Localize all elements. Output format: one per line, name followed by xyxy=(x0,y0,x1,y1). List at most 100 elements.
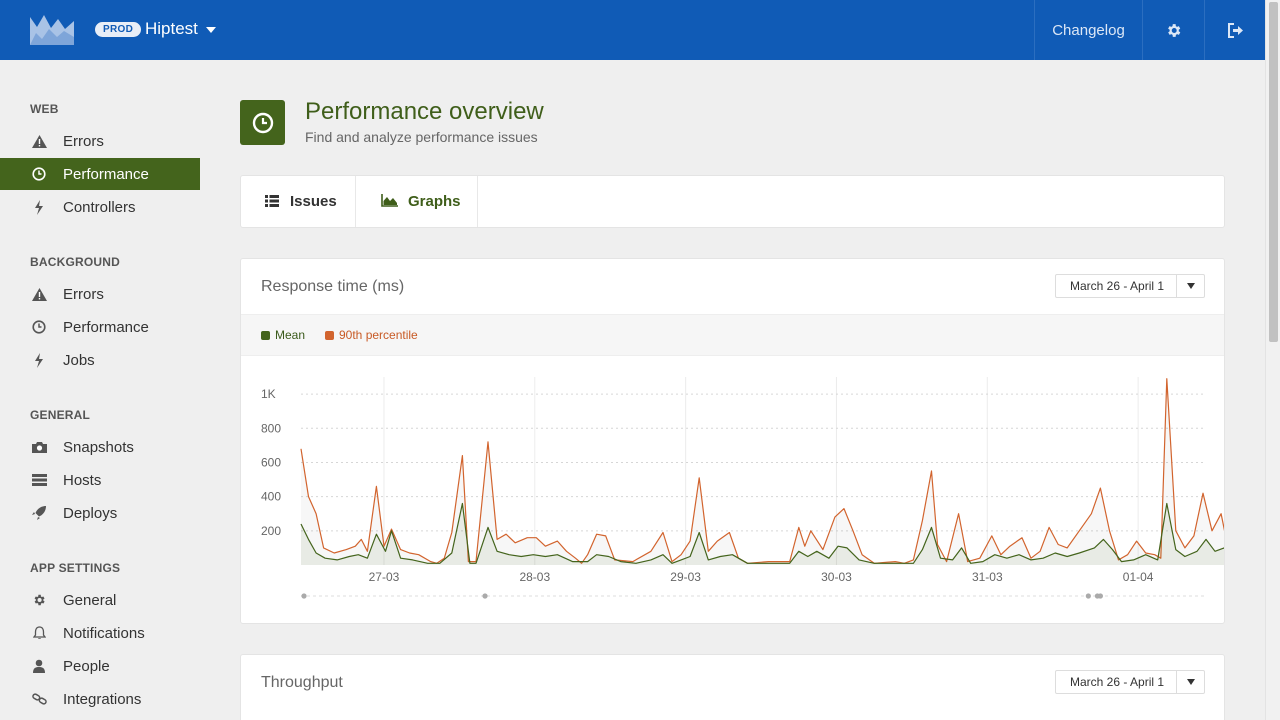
link-icon xyxy=(31,691,47,707)
date-range-select[interactable]: March 26 - April 1 xyxy=(1055,670,1205,694)
x-tick-label: 30-03 xyxy=(821,570,852,584)
date-range-value: March 26 - April 1 xyxy=(1070,675,1165,689)
page-subtitle: Find and analyze performance issues xyxy=(305,129,538,145)
legend-swatch-mean xyxy=(261,330,270,340)
sidebar-item-label: Errors xyxy=(63,132,104,150)
list-icon xyxy=(265,194,279,211)
changelog-link[interactable]: Changelog xyxy=(1034,0,1142,60)
sidebar-item-background-performance[interactable]: Performance xyxy=(0,311,200,343)
environment-badge[interactable]: PROD xyxy=(95,22,142,37)
x-tick-label: 31-03 xyxy=(972,570,1003,584)
sidebar: WEB Errors Performance Controllers BACKG… xyxy=(0,60,200,720)
page-header-icon xyxy=(240,100,285,145)
sidebar-item-integrations[interactable]: Integrations xyxy=(0,683,200,715)
sidebar-item-web-errors[interactable]: Errors xyxy=(0,125,200,157)
mountain-logo[interactable] xyxy=(30,15,74,45)
legend-item-p90[interactable]: 90th percentile xyxy=(325,328,418,342)
scrollbar-thumb[interactable] xyxy=(1269,2,1278,342)
logout-button[interactable] xyxy=(1204,0,1265,60)
x-tick-label: 27-03 xyxy=(369,570,400,584)
gear-icon xyxy=(31,592,47,608)
sidebar-item-notifications[interactable]: Notifications xyxy=(0,617,200,649)
server-icon xyxy=(31,472,47,488)
warning-icon xyxy=(31,133,47,149)
sidebar-item-label: Errors xyxy=(63,285,104,303)
user-icon xyxy=(31,658,47,674)
deploy-marker xyxy=(1085,593,1091,599)
tab-graphs[interactable]: Graphs xyxy=(356,176,478,227)
app-switcher[interactable]: Hiptest xyxy=(145,19,198,39)
sign-out-icon xyxy=(1227,22,1243,38)
sidebar-item-label: Hosts xyxy=(63,471,102,489)
caret-down-icon[interactable] xyxy=(206,27,216,33)
response-time-card: Response time (ms) March 26 - April 1 Me… xyxy=(240,258,1225,624)
sidebar-item-label: Notifications xyxy=(63,624,145,642)
sidebar-item-web-performance[interactable]: Performance xyxy=(0,158,200,190)
clock-icon xyxy=(252,112,273,133)
clock-icon xyxy=(31,166,47,182)
y-tick-label: 600 xyxy=(261,455,281,469)
area-chart-icon xyxy=(381,194,398,211)
x-tick-label: 28-03 xyxy=(519,570,550,584)
caret-down-icon[interactable] xyxy=(1176,671,1204,693)
y-tick-label: 800 xyxy=(261,421,281,435)
date-range-select[interactable]: March 26 - April 1 xyxy=(1055,274,1205,298)
sidebar-item-snapshots[interactable]: Snapshots xyxy=(0,431,200,463)
sidebar-item-label: Integrations xyxy=(63,690,142,708)
sidebar-item-label: People xyxy=(63,657,110,675)
sidebar-item-settings-general[interactable]: General xyxy=(0,584,200,616)
response-time-chart[interactable]: 200 400 600 800 1K 27-03 28-03 29-03 30-03 31-03 0… xyxy=(241,357,1224,607)
deploy-marker xyxy=(1097,593,1104,599)
tab-label: Graphs xyxy=(408,193,461,210)
page-title: Performance overview xyxy=(305,98,544,125)
sidebar-section-background: BACKGROUND xyxy=(30,255,120,269)
throughput-card: Throughput March 26 - April 1 xyxy=(240,654,1225,720)
x-tick-label: 29-03 xyxy=(670,570,701,584)
camera-icon xyxy=(31,439,47,455)
clock-icon xyxy=(31,319,47,335)
bolt-icon xyxy=(31,352,47,368)
caret-down-icon[interactable] xyxy=(1176,275,1204,297)
sidebar-item-label: Controllers xyxy=(63,198,136,216)
sidebar-item-people[interactable]: People xyxy=(0,650,200,682)
sidebar-item-label: Performance xyxy=(63,318,149,336)
y-tick-label: 200 xyxy=(261,524,281,538)
legend-label: 90th percentile xyxy=(339,328,418,342)
y-tick-label: 400 xyxy=(261,490,281,504)
sidebar-item-label: General xyxy=(63,591,117,609)
sidebar-item-label: Deploys xyxy=(63,504,118,522)
sidebar-section-app-settings: APP SETTINGS xyxy=(30,561,121,575)
top-navbar: PROD Hiptest Changelog xyxy=(0,0,1265,60)
settings-button[interactable] xyxy=(1142,0,1204,60)
sidebar-item-hosts[interactable]: Hosts xyxy=(0,464,200,496)
sidebar-section-web: WEB xyxy=(30,102,59,116)
y-tick-label: 1K xyxy=(261,387,276,401)
view-tabs: Issues Graphs xyxy=(240,175,1225,228)
rocket-icon xyxy=(31,505,47,521)
deploy-marker xyxy=(301,593,307,599)
card-title: Throughput xyxy=(261,674,343,691)
legend-swatch-p90 xyxy=(325,330,334,340)
changelog-label: Changelog xyxy=(1052,21,1125,39)
sidebar-item-label: Snapshots xyxy=(63,438,134,456)
card-title: Response time (ms) xyxy=(261,278,405,295)
sidebar-item-deploys[interactable]: Deploys xyxy=(0,497,200,529)
date-range-value: March 26 - April 1 xyxy=(1070,279,1165,293)
page-scrollbar[interactable] xyxy=(1265,0,1280,720)
sidebar-item-background-jobs[interactable]: Jobs xyxy=(0,344,200,376)
chart-legend: Mean 90th percentile xyxy=(241,314,1224,356)
gear-icon xyxy=(1168,23,1181,37)
bell-icon xyxy=(31,625,47,641)
sidebar-item-label: Performance xyxy=(63,165,149,183)
tab-issues[interactable]: Issues xyxy=(241,176,356,227)
tab-label: Issues xyxy=(290,193,337,210)
sidebar-item-background-errors[interactable]: Errors xyxy=(0,278,200,310)
warning-icon xyxy=(31,286,47,302)
legend-item-mean[interactable]: Mean xyxy=(261,328,305,342)
deploy-marker xyxy=(482,593,488,599)
sidebar-item-web-controllers[interactable]: Controllers xyxy=(0,191,200,223)
sidebar-item-label: Jobs xyxy=(63,351,95,369)
sidebar-section-general: GENERAL xyxy=(30,408,91,422)
bolt-icon xyxy=(31,199,47,215)
series-area-90th-percentile xyxy=(301,379,1224,565)
